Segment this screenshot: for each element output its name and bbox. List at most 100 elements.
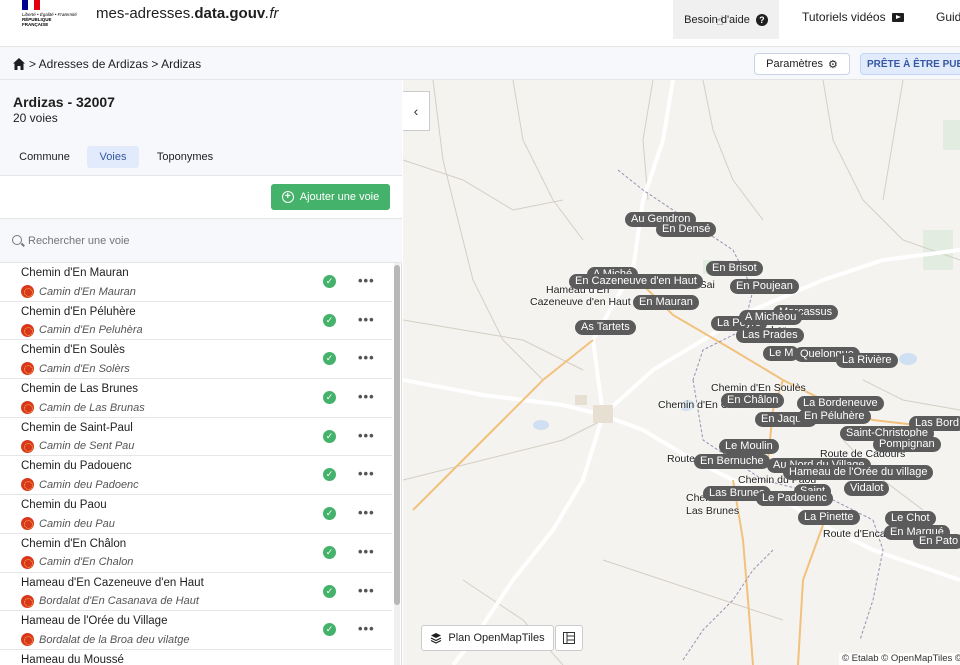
voie-name: Chemin du Paou: [21, 499, 107, 512]
settings-button[interactable]: Paramètres ⚙: [754, 53, 850, 75]
map-place-label[interactable]: La Pinette: [798, 510, 860, 525]
settings-label: Paramètres: [766, 58, 823, 70]
more-options-icon[interactable]: •••: [358, 466, 375, 481]
voie-occitan-text: Camin de Las Brunas: [39, 401, 145, 414]
map[interactable]: ‹ Hameau d'En Cazeneuve d'en Haut Chemin d…: [403, 80, 960, 665]
voie-name: Chemin du Padouenc: [21, 460, 132, 473]
occitan-flag-icon: [21, 401, 34, 415]
collapse-sidebar-button[interactable]: ‹: [403, 91, 430, 131]
tab-commune[interactable]: Commune: [12, 146, 77, 168]
list-item[interactable]: Chemin d'En Soulès Camin d'En Solèrs ✓ •••: [0, 340, 392, 380]
voie-occitan: Camin d'En Mauran: [21, 285, 136, 298]
occitan-flag-icon: [21, 633, 34, 647]
more-options-icon[interactable]: •••: [358, 428, 375, 443]
list-item[interactable]: Chemin d'En Mauran Camin d'En Mauran ✓ •••: [0, 263, 392, 302]
list-item[interactable]: Chemin de Saint-Paul Camin de Sent Pau ✓ ••…: [0, 418, 392, 457]
map-place-label[interactable]: En Cazeneuve d'en Haut: [569, 274, 703, 289]
map-place-label[interactable]: La Rivière: [836, 353, 898, 368]
list-item[interactable]: Hameau d'En Cazeneuve d'en Haut Bordalat …: [0, 573, 392, 612]
more-options-icon[interactable]: •••: [358, 544, 375, 559]
map-place-label[interactable]: Las Prades: [736, 328, 804, 343]
tab-toponymes[interactable]: Toponymes: [149, 146, 221, 168]
map-place-label[interactable]: Vidalot: [844, 481, 890, 496]
map-place-label[interactable]: A Michèou: [739, 310, 803, 325]
site-bold: data.gouv: [194, 5, 266, 22]
voie-occitan-text: Bordalat d'En Casanava de Haut: [39, 595, 199, 607]
list-item[interactable]: Hameau de l'Orée du Village Bordalat de l…: [0, 611, 392, 650]
add-voie-button[interactable]: + Ajouter une voie: [271, 184, 390, 210]
list-item[interactable]: Hameau du Moussé: [0, 650, 392, 665]
more-options-icon[interactable]: •••: [358, 621, 375, 636]
site-title[interactable]: mes-adresses.data.gouv.fr: [96, 5, 279, 22]
search-icon: [12, 235, 22, 245]
more-options-icon[interactable]: •••: [358, 273, 375, 288]
map-place-label[interactable]: As Tartets: [575, 320, 636, 335]
occitan-flag-icon: [21, 323, 34, 337]
map-place-label[interactable]: En Pato: [913, 534, 960, 549]
cadastre-toggle-button[interactable]: [555, 625, 583, 651]
map-place-label[interactable]: En Bernuche: [694, 454, 770, 469]
map-road-text: Las Brunes: [686, 505, 740, 517]
voie-name: Hameau d'En Cazeneuve d'en Haut: [21, 576, 204, 589]
check-circle-icon: ✓: [323, 275, 336, 288]
map-place-label[interactable]: Le Moulin: [719, 439, 779, 454]
scrollbar-thumb[interactable]: [394, 265, 400, 605]
guide-link[interactable]: Guid: [936, 10, 960, 24]
list-item[interactable]: Chemin d'En Châlon Camin d'En Chalon ✓ •••: [0, 534, 392, 573]
home-icon[interactable]: [12, 57, 26, 71]
list-item[interactable]: Chemin de Las Brunes Camin de Las Brunas ✓…: [0, 379, 392, 418]
map-place-label[interactable]: Le Padouenc: [756, 491, 833, 506]
map-place-label[interactable]: En Brisot: [706, 261, 763, 276]
voie-name: Hameau du Moussé: [21, 653, 124, 665]
voie-occitan-text: Camin d'En Peluhèra: [39, 324, 143, 337]
marianne-logo[interactable]: Liberté • Égalité • Fraternité RÉPUBLIQU…: [22, 0, 78, 36]
voie-occitan-text: Camin deu Pau: [39, 517, 115, 530]
map-place-label[interactable]: Hameau de l'Orée du village: [783, 465, 934, 480]
commune-name: Ardizas - 32007: [13, 94, 115, 110]
occitan-flag-icon: [21, 594, 34, 608]
tab-voies[interactable]: Voies: [87, 146, 139, 168]
list-item[interactable]: Chemin du Padouenc Camin deu Padoenc ✓ •••: [0, 456, 392, 496]
site-suffix: .fr: [265, 5, 279, 22]
list-item[interactable]: Chemin du Paou Camin deu Pau ✓ •••: [0, 495, 392, 534]
voie-name: Chemin de Las Brunes: [21, 383, 138, 396]
map-place-label[interactable]: En Poujean: [730, 279, 799, 294]
question-icon: ?: [755, 13, 768, 26]
more-options-icon[interactable]: •••: [358, 389, 375, 404]
more-options-icon[interactable]: •••: [358, 312, 375, 327]
scrollbar[interactable]: [394, 263, 400, 665]
map-place-label[interactable]: En Châlon: [721, 393, 785, 408]
voie-occitan: Camin d'En Solèrs: [21, 362, 130, 376]
more-options-icon[interactable]: •••: [358, 350, 375, 365]
map-attribution[interactable]: © Etalab © OpenMapTiles ©: [839, 653, 960, 665]
map-place-label[interactable]: En Mauran: [633, 295, 699, 310]
voies-count: 20 voies: [13, 111, 58, 125]
breadcrumb[interactable]: > Adresses de Ardizas > Ardizas: [29, 57, 201, 71]
map-place-label[interactable]: Pompignan: [873, 437, 941, 452]
publish-button[interactable]: PRÊTE À ÊTRE PUBLI: [860, 53, 960, 75]
voie-name: Hameau de l'Orée du Village: [21, 615, 168, 628]
map-place-label[interactable]: En Péluhère: [798, 409, 871, 424]
main-roads: [403, 80, 960, 665]
grid-icon: [563, 632, 575, 644]
tutorials-link[interactable]: Tutoriels vidéos: [802, 10, 904, 24]
site-prefix: mes-adresses.: [96, 5, 195, 22]
map-road-text: Cazeneuve d'en Haut: [530, 296, 631, 308]
breadcrumb-bar: > Adresses de Ardizas > Ardizas Paramètr…: [0, 47, 960, 80]
help-button[interactable]: Besoin d'aide ?: [673, 0, 779, 39]
list-item[interactable]: Chemin d'En Péluhère Camin d'En Peluhèra ✓…: [0, 302, 392, 341]
map-place-label[interactable]: Le Chot: [885, 511, 936, 526]
voie-occitan-text: Camin d'En Chalon: [39, 556, 134, 569]
chevron-left-icon: ‹: [413, 103, 419, 119]
green-areas: [703, 120, 960, 274]
map-place-label[interactable]: En Densé: [656, 222, 717, 237]
voie-name: Chemin d'En Péluhère: [21, 305, 136, 318]
gear-icon: ⚙: [827, 58, 838, 71]
flag-icon: [22, 0, 40, 10]
voie-name: Chemin d'En Châlon: [21, 537, 127, 550]
map-style-button[interactable]: Plan OpenMapTiles: [421, 625, 554, 651]
more-options-icon[interactable]: •••: [358, 505, 375, 520]
voie-occitan-text: Camin d'En Mauran: [39, 285, 136, 298]
more-options-icon[interactable]: •••: [358, 583, 375, 598]
search-input[interactable]: [28, 231, 388, 251]
